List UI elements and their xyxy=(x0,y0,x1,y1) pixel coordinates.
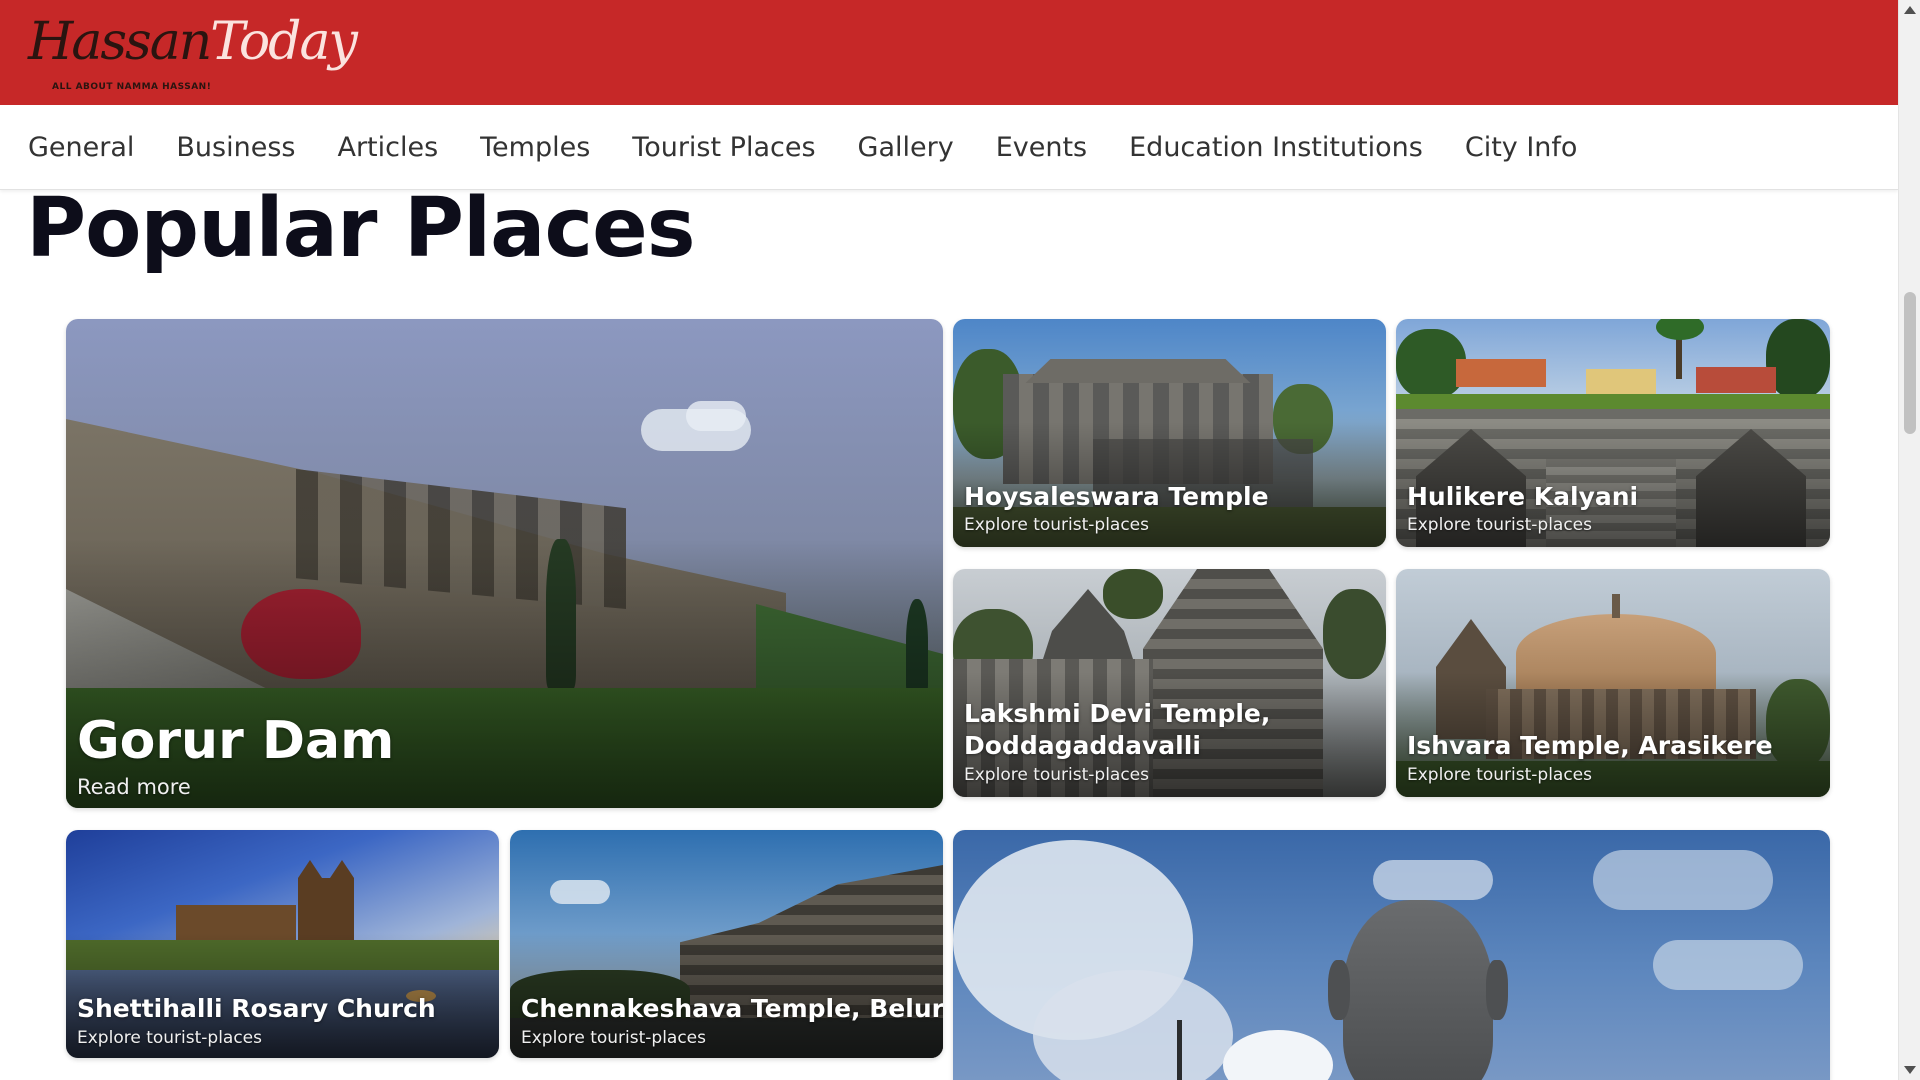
card-subtitle: Explore tourist-places xyxy=(77,1028,262,1048)
nav-item-temples[interactable]: Temples xyxy=(480,132,590,163)
card-lakshmi-devi-temple[interactable]: Lakshmi Devi Temple, Doddagaddavalli Exp… xyxy=(953,569,1386,797)
nav-item-tourist-places[interactable]: Tourist Places xyxy=(632,132,815,163)
logo-name-part2: Today xyxy=(210,12,358,72)
card-gommateshwara-statue[interactable] xyxy=(953,830,1830,1080)
nav-item-education-institutions[interactable]: Education Institutions xyxy=(1129,132,1423,163)
card-subtitle: Explore tourist-places xyxy=(521,1028,706,1048)
card-title: Hulikere Kalyani xyxy=(1407,482,1639,511)
main-nav: General Business Articles Temples Touris… xyxy=(0,105,1898,190)
page-scrollbar[interactable] xyxy=(1898,0,1920,1080)
nav-item-city-info[interactable]: City Info xyxy=(1465,132,1578,163)
nav-list: General Business Articles Temples Touris… xyxy=(28,105,1577,190)
card-title: Gorur Dam xyxy=(77,711,395,771)
logo-wordmark: HassanToday xyxy=(28,12,358,72)
read-more-link[interactable]: Read more xyxy=(77,774,191,800)
card-ishvara-temple[interactable]: Ishvara Temple, Arasikere Explore touris… xyxy=(1396,569,1830,797)
page: HassanToday ALL ABOUT NAMMA HASSAN! Gene… xyxy=(0,0,1920,1080)
nav-item-business[interactable]: Business xyxy=(176,132,295,163)
nav-item-gallery[interactable]: Gallery xyxy=(858,132,954,163)
nav-item-events[interactable]: Events xyxy=(996,132,1087,163)
card-subtitle: Explore tourist-places xyxy=(1407,765,1592,785)
nav-item-articles[interactable]: Articles xyxy=(337,132,438,163)
scroll-up-arrow-icon[interactable] xyxy=(1904,6,1916,14)
card-hoysaleswara-temple[interactable]: Hoysaleswara Temple Explore tourist-plac… xyxy=(953,319,1386,547)
card-chennakeshava-temple[interactable]: Chennakeshava Temple, Belur Explore tour… xyxy=(510,830,943,1058)
card-shettihalli-rosary-church[interactable]: Shettihalli Rosary Church Explore touris… xyxy=(66,830,499,1058)
card-title-line2: Doddagaddavalli xyxy=(964,731,1201,760)
site-logo[interactable]: HassanToday ALL ABOUT NAMMA HASSAN! xyxy=(28,12,358,96)
card-subtitle: Explore tourist-places xyxy=(964,515,1149,535)
scroll-down-arrow-icon[interactable] xyxy=(1904,1066,1916,1074)
nav-item-general[interactable]: General xyxy=(28,132,134,163)
card-title: Shettihalli Rosary Church xyxy=(77,994,436,1023)
card-subtitle: Explore tourist-places xyxy=(1407,515,1592,535)
featured-card-gorur-dam[interactable]: Gorur Dam Read more xyxy=(66,319,943,808)
card-title: Ishvara Temple, Arasikere xyxy=(1407,731,1773,760)
card-title: Chennakeshava Temple, Belur xyxy=(521,994,943,1023)
site-header: HassanToday ALL ABOUT NAMMA HASSAN! xyxy=(0,0,1898,105)
scroll-thumb[interactable] xyxy=(1904,292,1916,434)
card-title: Hoysaleswara Temple xyxy=(964,482,1269,511)
card-title-line1: Lakshmi Devi Temple, xyxy=(964,699,1271,728)
logo-name-part1: Hassan xyxy=(28,12,212,72)
card-hulikere-kalyani[interactable]: Hulikere Kalyani Explore tourist-places xyxy=(1396,319,1830,547)
card-image xyxy=(953,830,1830,1080)
section-title: Popular Places xyxy=(26,181,696,276)
card-subtitle: Explore tourist-places xyxy=(964,765,1149,785)
logo-tagline: ALL ABOUT NAMMA HASSAN! xyxy=(52,82,212,92)
